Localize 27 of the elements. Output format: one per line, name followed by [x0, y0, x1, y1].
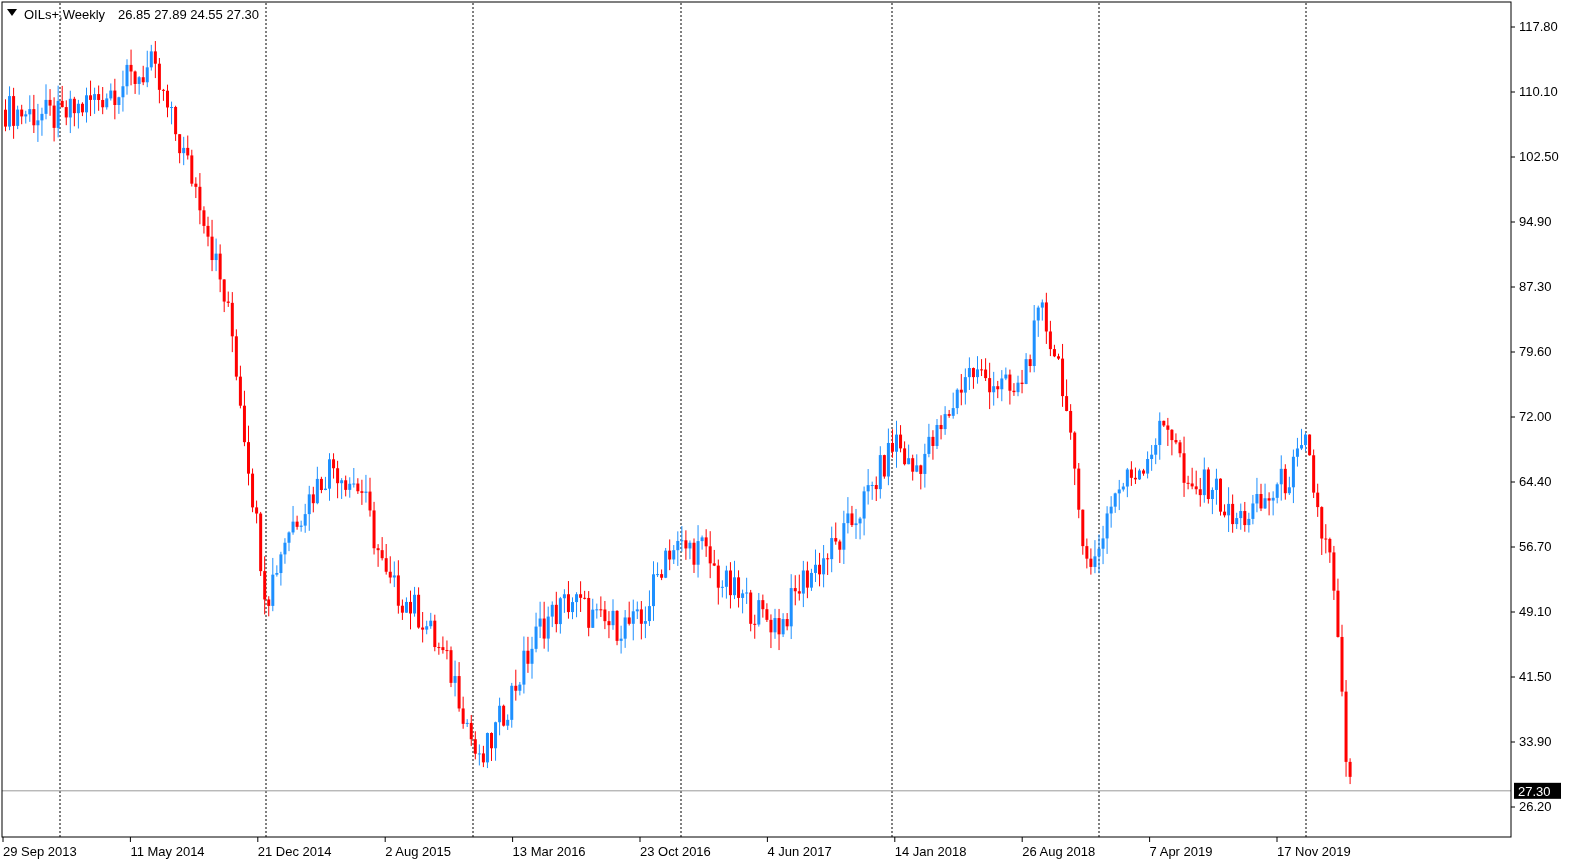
price-label: 64.40 [1519, 474, 1552, 489]
price-label: 33.90 [1519, 734, 1552, 749]
date-label: 7 Apr 2019 [1149, 844, 1213, 859]
price-label: 79.60 [1519, 344, 1552, 359]
price-label: 49.10 [1519, 604, 1552, 619]
date-label: 4 Jun 2017 [767, 844, 832, 859]
price-label: 26.20 [1519, 799, 1552, 814]
date-label: 17 Nov 2019 [1277, 844, 1351, 859]
price-label: 87.30 [1519, 279, 1552, 294]
price-label: 117.80 [1519, 19, 1558, 34]
date-label: 26 Aug 2018 [1022, 844, 1096, 859]
date-label: 21 Dec 2014 [257, 844, 332, 859]
symbol-label: OILs+,Weekly [24, 7, 106, 22]
price-label: 41.50 [1519, 669, 1552, 684]
date-label: 14 Jan 2018 [894, 844, 967, 859]
collapse-icon[interactable] [7, 9, 17, 16]
price-label: 102.50 [1519, 149, 1559, 164]
price-label: 72.00 [1519, 409, 1552, 424]
date-label: 23 Oct 2016 [640, 844, 711, 859]
date-label: 2 Aug 2015 [385, 844, 451, 859]
date-label: 13 Mar 2016 [512, 844, 586, 859]
date-label: 11 May 2014 [130, 844, 205, 859]
date-label: 29 Sep 2013 [3, 844, 77, 859]
price-label: 56.70 [1519, 539, 1552, 554]
price-label: 94.90 [1519, 214, 1552, 229]
ohlc-values: 26.85 27.89 24.55 27.30 [118, 7, 259, 22]
price-label: 110.10 [1519, 84, 1558, 99]
